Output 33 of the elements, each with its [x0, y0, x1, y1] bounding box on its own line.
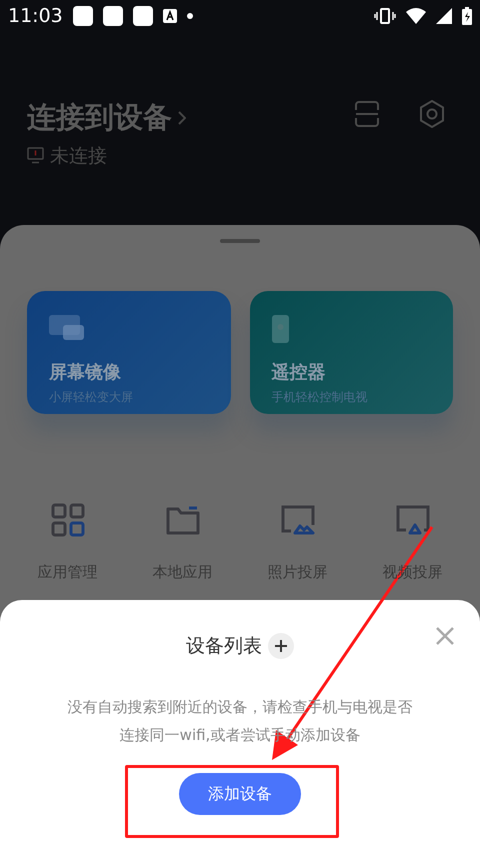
dot-icon — [186, 13, 193, 19]
app-notification-icon — [162, 9, 177, 23]
notification-icon — [72, 6, 93, 26]
notification-icon — [132, 6, 153, 26]
picture-frame-icon — [280, 505, 314, 535]
close-icon — [436, 627, 454, 645]
chevron-right-icon — [178, 110, 186, 125]
sheet-title: 设备列表 — [186, 634, 262, 659]
grid-icon — [50, 503, 84, 537]
card-subtitle: 手机轻松控制电视 — [272, 389, 368, 406]
battery-icon — [462, 7, 472, 25]
page-title[interactable]: 连接到设备 — [27, 96, 172, 140]
status-time: 11:03 — [8, 4, 63, 29]
scan-icon[interactable] — [355, 101, 379, 127]
plus-icon — [275, 640, 287, 652]
folder-icon — [166, 505, 200, 535]
card-title: 屏幕镜像 — [49, 361, 122, 385]
add-device-button[interactable]: 添加设备 — [179, 772, 301, 814]
tv-warning-icon — [27, 147, 44, 164]
close-button[interactable] — [436, 627, 454, 645]
signal-icon — [436, 8, 452, 24]
vibrate-icon — [374, 8, 396, 24]
card-title: 遥控器 — [272, 361, 326, 385]
remote-icon — [272, 315, 288, 343]
connection-status: 未连接 — [50, 144, 107, 168]
settings-icon[interactable] — [419, 100, 445, 128]
notification-icon — [102, 6, 123, 26]
screens-icon — [49, 315, 85, 341]
drag-handle[interactable] — [220, 239, 260, 243]
add-icon-button[interactable] — [268, 633, 294, 660]
feature-card[interactable]: 遥控器 手机轻松控制电视 — [250, 291, 453, 414]
cast-screen-icon — [396, 505, 430, 535]
wifi-icon — [406, 8, 426, 24]
